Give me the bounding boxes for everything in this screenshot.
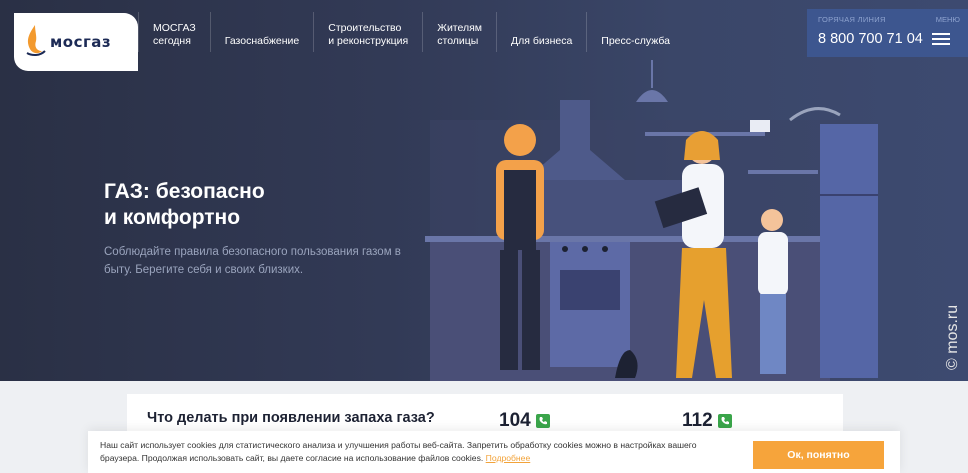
kitchen-illustration — [425, 60, 878, 381]
nav-item-residents[interactable]: Жителям столицы — [422, 12, 496, 52]
phone-icon — [717, 414, 732, 428]
nav-item-construction[interactable]: Строительство и реконструкция — [313, 12, 422, 52]
flame-icon — [26, 25, 46, 57]
cookie-banner: Наш сайт использует cookies для статисти… — [88, 431, 900, 473]
nav-item-mosgaz-today[interactable]: МОСГАЗ сегодня — [138, 12, 210, 52]
nav-item-press[interactable]: Пресс-служба — [586, 12, 684, 52]
cookie-message: Наш сайт использует cookies для статисти… — [100, 440, 697, 463]
phone-number: 112 — [682, 410, 713, 431]
emergency-phone-104[interactable]: 104 — [499, 410, 550, 432]
hero-subtitle: Соблюдайте правила безопасного пользован… — [104, 246, 401, 276]
logo-wordmark: мосгаз — [50, 33, 112, 51]
hero-title: ГАЗ: безопасно и комфортно — [104, 180, 265, 229]
hero-banner: мосгаз МОСГАЗ сегодня Газоснабжение Стро… — [0, 0, 968, 381]
menu-caption: МЕНЮ — [935, 15, 960, 24]
cookie-accept-button[interactable]: Ок, понятно — [753, 441, 884, 469]
cookie-text: Наш сайт использует cookies для статисти… — [100, 439, 730, 465]
copyright-watermark: © mos.ru — [944, 304, 961, 370]
hamburger-menu-icon[interactable] — [932, 33, 950, 45]
hotline-caption: ГОРЯЧАЯ ЛИНИЯ — [818, 15, 886, 24]
nav-item-gas-supply[interactable]: Газоснабжение — [209, 12, 314, 52]
hotline-panel: ГОРЯЧАЯ ЛИНИЯ МЕНЮ 8 800 700 71 04 — [807, 9, 968, 57]
main-nav: МОСГАЗ сегодня Газоснабжение Строительст… — [138, 12, 684, 52]
gas-smell-question: Что делать при появлении запаха газа? — [147, 410, 435, 426]
nav-item-business[interactable]: Для бизнеса — [496, 12, 586, 52]
mosgaz-logo[interactable]: мосгаз — [14, 13, 138, 71]
hotline-number[interactable]: 8 800 700 71 04 — [818, 31, 923, 47]
phone-number: 104 — [499, 410, 531, 431]
phone-icon — [535, 414, 550, 428]
emergency-phone-112[interactable]: 112 — [682, 410, 732, 432]
cookie-more-link[interactable]: Подробнее — [486, 453, 531, 463]
